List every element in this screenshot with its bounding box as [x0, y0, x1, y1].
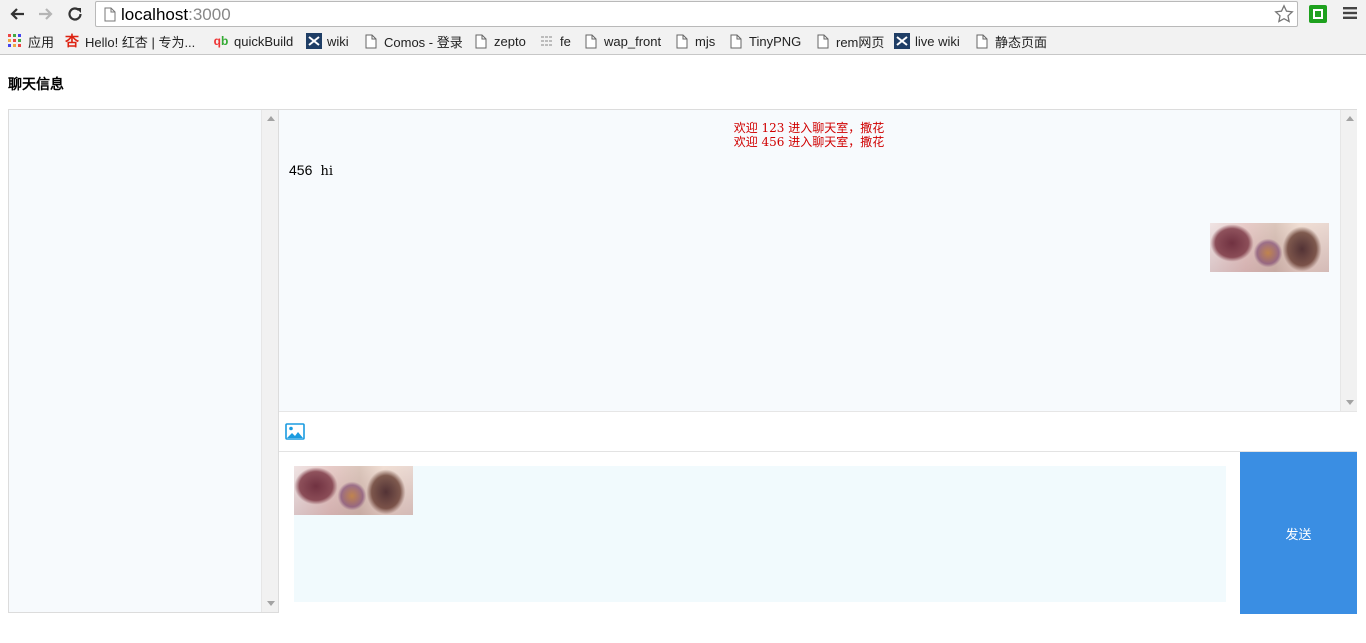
lines-icon [539, 33, 555, 49]
apps-grid-icon [7, 33, 23, 49]
page-icon [583, 33, 599, 49]
image-upload-icon[interactable] [285, 423, 305, 440]
bookmark-label: wap_front [604, 33, 662, 49]
bookmark-zepto[interactable]: zepto [473, 32, 526, 50]
page-icon [815, 33, 831, 49]
page-icon [363, 33, 379, 49]
forward-button[interactable] [35, 3, 57, 25]
extension-icon[interactable] [1308, 4, 1328, 24]
back-arrow-icon [10, 8, 24, 20]
browser-toolbar: localhost:3000 [0, 0, 1366, 28]
bookmark-label: fe [560, 33, 571, 49]
page-icon [674, 33, 690, 49]
scroll-up-icon[interactable] [267, 116, 275, 121]
bookmark-static-pages[interactable]: 静态页面 [974, 32, 1047, 50]
message-composer [279, 452, 1240, 614]
page-icon [104, 7, 116, 22]
bookmark-label: mjs [695, 33, 716, 49]
qb-icon: qb [213, 34, 229, 48]
bookmark-label: Hello! 红杏 | 专为... [85, 34, 196, 50]
bookmark-label: 静态页面 [995, 34, 1048, 50]
confluence-icon [894, 33, 910, 49]
chat-message: 456 hi [289, 162, 333, 179]
address-bar[interactable]: localhost:3000 [95, 1, 1298, 27]
bookmark-wiki[interactable]: wiki [306, 32, 349, 50]
user-list-panel [8, 109, 279, 613]
bookmark-wap-front[interactable]: wap_front [583, 32, 661, 50]
send-button[interactable]: 发送 [1240, 452, 1357, 614]
url-host: localhost [121, 5, 189, 24]
bookmark-fe[interactable]: fe [539, 32, 571, 50]
bookmark-label: TinyPNG [749, 33, 802, 49]
back-button[interactable] [6, 3, 28, 25]
page-icon [728, 33, 744, 49]
scroll-up-icon[interactable] [1346, 116, 1354, 121]
url-port: :3000 [188, 5, 231, 24]
chat-panel: 欢迎 123 进入聊天室，撒花 欢迎 456 进入聊天室，撒花 456 hi 发… [279, 109, 1357, 614]
message-list: 欢迎 123 进入聊天室，撒花 欢迎 456 进入聊天室，撒花 456 hi [279, 110, 1357, 411]
page-title: 聊天信息 [8, 77, 64, 93]
sent-image-message[interactable] [1210, 223, 1329, 272]
hamburger-menu-icon[interactable] [1342, 6, 1358, 20]
bookmark-label: live wiki [915, 33, 960, 49]
confluence-icon [306, 33, 322, 49]
apricot-icon: 杏 [65, 33, 79, 49]
page-icon [473, 33, 489, 49]
bookmark-rem[interactable]: rem网页 [815, 32, 884, 50]
bookmark-quickbuild[interactable]: qb quickBuild [213, 32, 294, 50]
bookmark-label: quickBuild [234, 33, 294, 49]
reload-button[interactable] [64, 3, 86, 25]
message-scrollbar[interactable] [1340, 110, 1357, 411]
bookmark-label: 应用 [28, 34, 55, 50]
bookmark-apps[interactable]: 应用 [7, 32, 54, 50]
scroll-down-icon[interactable] [267, 601, 275, 606]
bookmark-tinypng[interactable]: TinyPNG [728, 32, 801, 50]
message-input[interactable] [294, 466, 1226, 602]
bookmark-label: Comos - 登录 [384, 34, 463, 50]
composer-toolbar [279, 411, 1357, 452]
reload-icon [68, 7, 82, 21]
bookmark-mjs[interactable]: mjs [674, 32, 715, 50]
system-message: 欢迎 123 进入聊天室，撒花 [733, 121, 885, 135]
bookmark-live-wiki[interactable]: live wiki [894, 32, 960, 50]
page-icon [974, 33, 990, 49]
bookmark-label: zepto [494, 33, 526, 49]
bookmark-label: rem网页 [836, 34, 885, 50]
star-icon[interactable] [1274, 4, 1294, 24]
bookmark-label: wiki [327, 33, 349, 49]
message-sender: 456 [289, 162, 313, 178]
system-message: 欢迎 456 进入聊天室，撒花 [733, 135, 885, 149]
bookmarks-bar: 应用 杏 Hello! 红杏 | 专为... qb quickBuild wik… [0, 28, 1366, 55]
forward-arrow-icon [39, 8, 53, 20]
message-text: hi [320, 164, 334, 179]
bookmark-comos[interactable]: Comos - 登录 [363, 32, 463, 50]
bookmark-hongxing[interactable]: 杏 Hello! 红杏 | 专为... [64, 32, 195, 50]
scroll-down-icon[interactable] [1346, 400, 1354, 405]
user-list-scrollbar[interactable] [261, 110, 278, 612]
url-text: localhost:3000 [121, 5, 231, 25]
pasted-image [294, 466, 413, 515]
